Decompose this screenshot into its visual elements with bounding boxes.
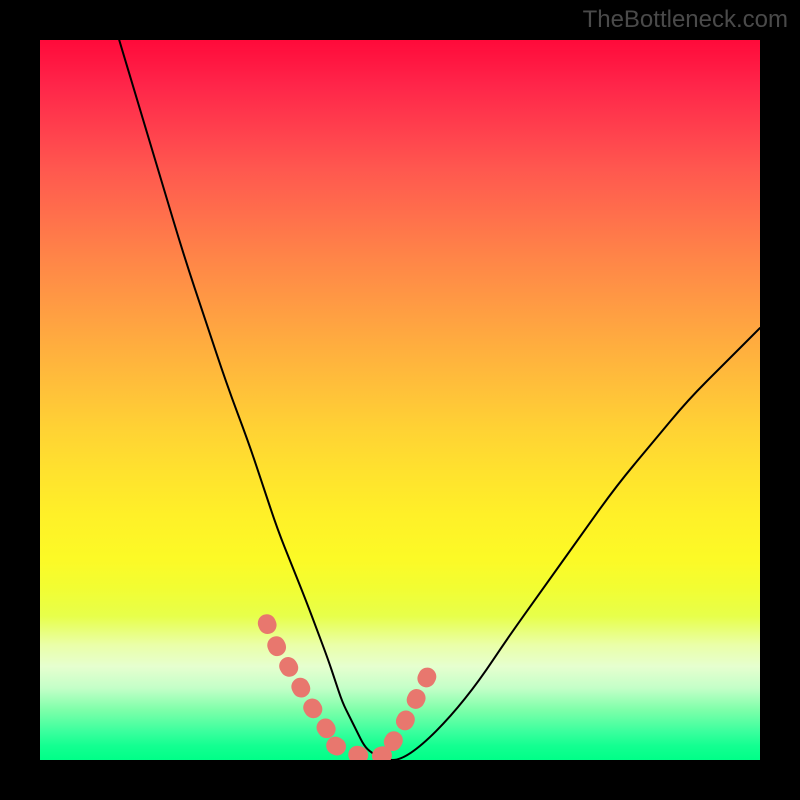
plot-area: [40, 40, 760, 760]
bottleneck-curve: [119, 40, 760, 760]
highlight-left: [267, 623, 335, 738]
curve-svg: [40, 40, 760, 760]
watermark-text: TheBottleneck.com: [583, 6, 788, 34]
highlight-bottom: [335, 746, 393, 757]
highlight-right: [393, 659, 436, 742]
